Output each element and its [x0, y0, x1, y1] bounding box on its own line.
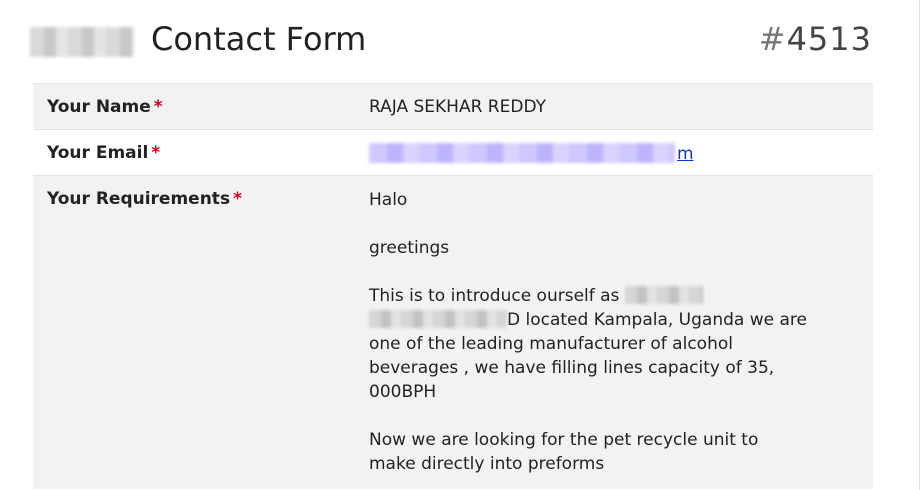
redacted-company-name-part-1: [624, 286, 703, 304]
message-paragraph-2: greetings: [369, 238, 450, 258]
email-link[interactable]: m: [369, 143, 694, 164]
message-paragraph-1: Halo: [369, 190, 408, 210]
field-label-email-text: Your Email: [47, 143, 149, 163]
entry-number: 4513: [786, 20, 872, 58]
message-paragraph-3: This is to introduce ourself as D locate…: [369, 284, 809, 404]
form-title: Contact Form: [151, 20, 367, 58]
entry-hash: #: [758, 20, 787, 58]
required-marker: *: [151, 143, 161, 163]
message-paragraph-3-start: This is to introduce ourself as: [369, 286, 620, 306]
field-value-requirements: Halo greetings This is to introduce ours…: [369, 188, 809, 476]
field-label-email: Your Email *: [47, 143, 160, 163]
field-label-name: Your Name *: [47, 97, 163, 117]
field-label-name-text: Your Name: [47, 97, 151, 117]
redacted-site-name: [30, 27, 134, 57]
field-value-name: RAJA SEKHAR REDDY: [369, 97, 546, 117]
field-label-requirements-text: Your Requirements: [47, 189, 231, 209]
message-paragraph-4: Now we are looking for the pet recycle u…: [369, 430, 759, 474]
email-link-tail: m: [677, 144, 694, 164]
entry-fields-table: Your Name * RAJA SEKHAR REDDY Your Email *…: [33, 83, 873, 489]
field-value-email: m: [369, 143, 694, 164]
field-row-requirements: Your Requirements * Halo greetings This i…: [33, 175, 873, 489]
field-row-email: Your Email * m: [33, 129, 873, 175]
field-label-requirements: Your Requirements *: [47, 189, 242, 209]
redacted-company-name-part-2: [369, 310, 507, 328]
contact-form-entry-page: Contact Form #4513 Your Name * RAJA SEKHA…: [0, 0, 924, 490]
required-marker: *: [153, 97, 163, 117]
redacted-email-address: [369, 143, 675, 163]
entry-id: #4513: [759, 20, 872, 58]
entry-header: Contact Form #4513: [0, 0, 924, 84]
required-marker: *: [233, 189, 242, 209]
field-row-name: Your Name * RAJA SEKHAR REDDY: [33, 83, 873, 129]
